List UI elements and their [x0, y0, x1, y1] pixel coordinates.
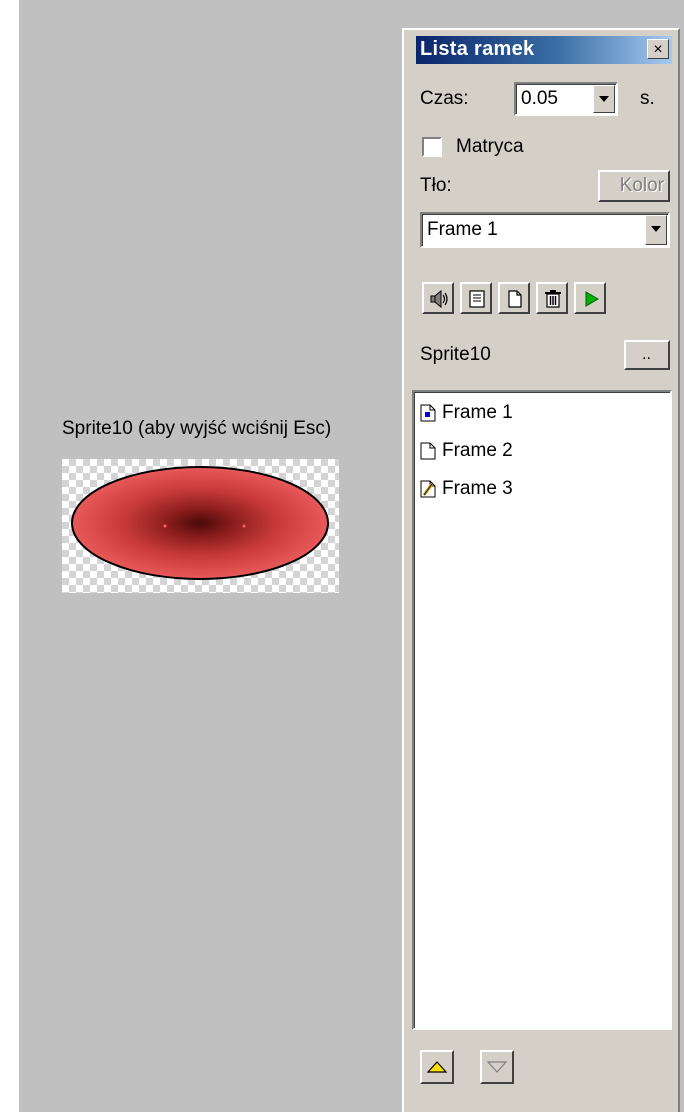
properties-icon — [469, 290, 485, 308]
move-up-button[interactable] — [420, 1050, 454, 1084]
close-button[interactable]: × — [647, 39, 669, 59]
frame-label: Frame 1 — [442, 402, 513, 423]
move-down-icon — [486, 1061, 508, 1073]
panel-titlebar[interactable]: Lista ramek × — [416, 36, 672, 64]
frame-select-value: Frame 1 — [427, 219, 498, 240]
new-frame-icon — [508, 290, 522, 308]
matrix-label: Matryca — [456, 136, 524, 157]
properties-button[interactable] — [460, 282, 492, 314]
panel-title: Lista ramek — [420, 38, 535, 60]
time-unit: s. — [640, 88, 655, 109]
chevron-down-icon[interactable] — [645, 215, 667, 245]
color-button[interactable]: Kolor — [598, 170, 670, 202]
move-up-icon — [426, 1061, 448, 1073]
time-combobox[interactable]: 0.05 — [514, 82, 618, 116]
time-label: Czas: — [420, 88, 469, 109]
new-frame-button[interactable] — [498, 282, 530, 314]
frame-page-icon — [420, 442, 436, 460]
frame-select[interactable]: Frame 1 — [420, 212, 670, 248]
sprite-preview[interactable] — [62, 459, 339, 593]
frame-edit-icon — [420, 480, 436, 498]
sound-icon — [430, 289, 448, 309]
close-icon: × — [653, 41, 663, 58]
frame-list[interactable]: Frame 1 Frame 2 Frame 3 — [412, 390, 672, 1030]
color-button-label: Kolor — [619, 175, 664, 196]
background-label: Tło: — [420, 175, 452, 196]
play-icon — [585, 291, 599, 307]
matrix-checkbox[interactable] — [422, 137, 442, 157]
browse-button-label: .. — [642, 346, 651, 363]
frame-current-icon — [420, 404, 436, 422]
delete-frame-button[interactable] — [536, 282, 568, 314]
play-button[interactable] — [574, 282, 606, 314]
sprite-edit-caption: Sprite10 (aby wyjść wciśnij Esc) — [62, 418, 332, 439]
browse-button[interactable]: .. — [624, 340, 670, 370]
delete-icon — [545, 290, 561, 308]
time-value: 0.05 — [521, 88, 558, 109]
frame-label: Frame 2 — [442, 440, 513, 461]
frame-label: Frame 3 — [442, 478, 513, 499]
sprite-ellipse-image — [71, 466, 329, 580]
move-down-button[interactable] — [480, 1050, 514, 1084]
sound-button[interactable] — [422, 282, 454, 314]
chevron-down-icon[interactable] — [593, 85, 615, 113]
sprite-name-label: Sprite10 — [420, 344, 491, 365]
